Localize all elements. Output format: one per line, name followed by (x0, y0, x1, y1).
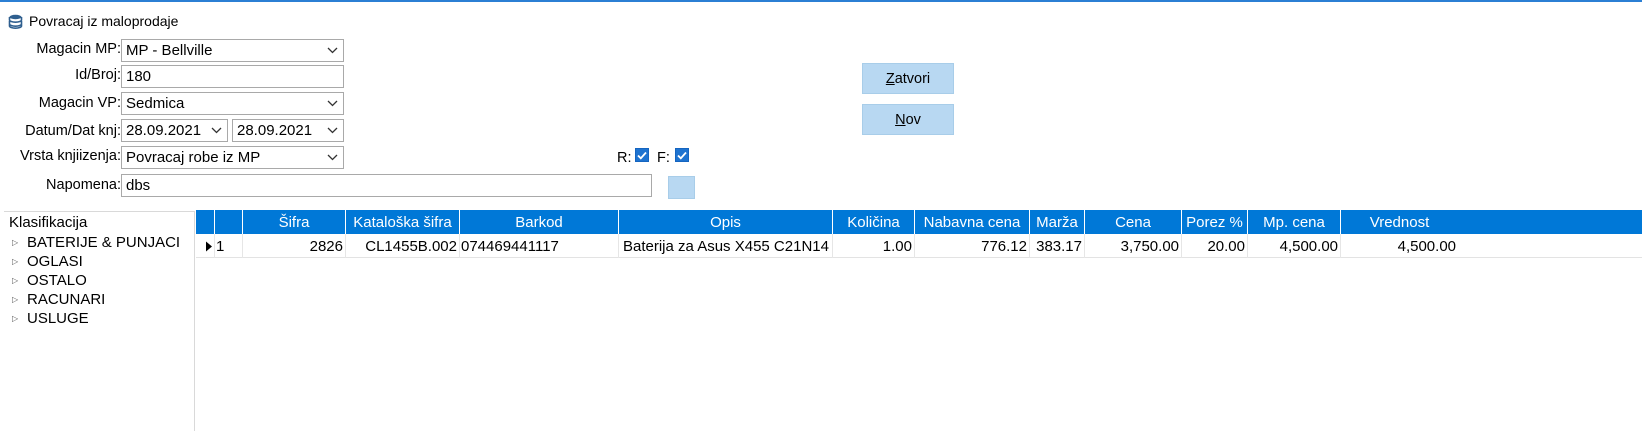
header-cena[interactable]: Cena (1085, 210, 1182, 234)
tree-item-label: OGLASI (27, 253, 83, 270)
napomena-label: Napomena: (46, 177, 121, 193)
zatvori-button[interactable]: Zatvori (862, 63, 954, 94)
datum-value: 28.09.2021 (126, 122, 202, 139)
id-broj-label: Id/Broj: (75, 67, 121, 83)
tree-item-label: OSTALO (27, 272, 87, 289)
tree-item-label: BATERIJE & PUNJACI (27, 234, 181, 251)
magacin-mp-select[interactable]: MP - Bellville (121, 39, 344, 62)
cell-sifra: 2826 (243, 234, 346, 258)
tree-item-baterije[interactable]: ▷ BATERIJE & PUNJACI (12, 234, 180, 251)
expand-icon[interactable]: ▷ (12, 314, 20, 323)
vrsta-label: Vrsta knjiizenja: (19, 148, 121, 164)
expand-icon[interactable]: ▷ (12, 238, 20, 247)
header-indicator (196, 210, 215, 234)
klasifikacija-tree[interactable]: Klasifikacija ▷ BATERIJE & PUNJACI ▷ OGLAS… (4, 211, 195, 431)
table-row[interactable]: 1 2826 CL1455B.002 074469441117 Baterija… (196, 234, 1642, 258)
chevron-down-icon (321, 40, 343, 61)
cell-marza: 383.17 (1030, 234, 1085, 258)
r-label: R: (617, 150, 632, 166)
window-title: Povracaj iz maloprodaje (29, 13, 179, 29)
expand-icon[interactable]: ▷ (12, 295, 20, 304)
magacin-vp-label: Magacin VP: (38, 95, 121, 111)
header-sifra[interactable]: Šifra (243, 210, 346, 234)
tree-item-racunari[interactable]: ▷ RACUNARI (12, 291, 105, 308)
f-label: F: (657, 150, 670, 166)
header-kataloska-sifra[interactable]: Kataloška šifra (346, 210, 460, 234)
tree-header: Klasifikacija (9, 214, 88, 231)
header-nabavna-cena[interactable]: Nabavna cena (915, 210, 1030, 234)
zatvori-label: atvori (894, 70, 931, 87)
expand-icon[interactable]: ▷ (12, 257, 20, 266)
nov-button[interactable]: Nov (862, 104, 954, 135)
cell-kolicina: 1.00 (833, 234, 915, 258)
row-pointer-icon (196, 234, 215, 258)
checkmark-icon (677, 151, 687, 160)
tree-item-label: USLUGE (27, 310, 89, 327)
cell-kataloska-sifra: CL1455B.002 (346, 234, 460, 258)
chevron-down-icon (205, 120, 227, 141)
cell-mp-cena: 4,500.00 (1248, 234, 1341, 258)
nov-mnemonic: N (895, 111, 906, 128)
magacin-vp-value: Sedmica (126, 95, 185, 112)
datum-knj-value: 28.09.2021 (237, 122, 313, 139)
id-broj-value: 180 (126, 68, 152, 85)
cell-cena: 3,750.00 (1085, 234, 1182, 258)
zatvori-mnemonic: Z (885, 70, 895, 87)
f-checkbox[interactable] (675, 148, 689, 162)
magacin-vp-select[interactable]: Sedmica (121, 92, 344, 115)
cell-barkod: 074469441117 (460, 234, 619, 258)
cell-opis: Baterija za Asus X455 C21N14 (619, 234, 833, 258)
chevron-down-icon (321, 93, 343, 114)
header-opis[interactable]: Opis (619, 210, 833, 234)
header-marza[interactable]: Marža (1030, 210, 1085, 234)
napomena-input[interactable]: dbs (121, 174, 652, 197)
window-title-bar: Povracaj iz maloprodaje (8, 11, 178, 31)
cell-porez: 20.00 (1182, 234, 1248, 258)
cell-nabavna-cena: 776.12 (915, 234, 1030, 258)
chevron-down-icon (321, 120, 343, 141)
tree-item-label: RACUNARI (27, 291, 106, 308)
chevron-down-icon (321, 147, 343, 168)
header-vrednost[interactable]: Vrednost (1341, 210, 1458, 234)
header-rb (215, 210, 243, 234)
napomena-extra-button[interactable] (668, 176, 695, 199)
grid-header: Šifra Kataloška šifra Barkod Opis Količi… (196, 210, 1642, 234)
magacin-mp-label: Magacin MP: (36, 41, 121, 57)
r-checkbox[interactable] (635, 148, 649, 162)
header-kolicina[interactable]: Količina (833, 210, 915, 234)
nov-label: ov (905, 111, 921, 128)
datum-label: Datum/Dat knj: (25, 123, 121, 139)
datum-knj-picker[interactable]: 28.09.2021 (232, 119, 344, 142)
vrsta-select[interactable]: Povracaj robe iz MP (121, 146, 344, 169)
window-top-border (0, 0, 1642, 2)
vrsta-value: Povracaj robe iz MP (126, 149, 261, 166)
database-icon (8, 14, 23, 29)
id-broj-input[interactable]: 180 (121, 65, 344, 88)
tree-item-ostalo[interactable]: ▷ OSTALO (12, 272, 87, 289)
header-barkod[interactable]: Barkod (460, 210, 619, 234)
magacin-mp-value: MP - Bellville (126, 42, 213, 59)
cell-rb: 1 (215, 234, 243, 258)
header-porez[interactable]: Porez % (1182, 210, 1248, 234)
tree-item-oglasi[interactable]: ▷ OGLASI (12, 253, 83, 270)
tree-item-usluge[interactable]: ▷ USLUGE (12, 310, 89, 327)
napomena-value: dbs (126, 177, 151, 194)
checkmark-icon (637, 151, 647, 160)
cell-vrednost: 4,500.00 (1397, 237, 1456, 255)
datum-picker[interactable]: 28.09.2021 (121, 119, 228, 142)
header-mp-cena[interactable]: Mp. cena (1248, 210, 1341, 234)
expand-icon[interactable]: ▷ (12, 276, 20, 285)
stavke-grid[interactable]: Šifra Kataloška šifra Barkod Opis Količi… (196, 210, 1642, 431)
